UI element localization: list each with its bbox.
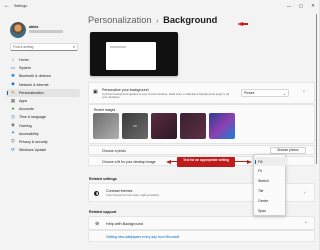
sidebar-item-privacy-security[interactable]: ⛨ Privacy & security: [6, 138, 80, 146]
person-icon: ●: [11, 105, 15, 111]
brush-icon: ✎: [11, 89, 15, 95]
update-icon: ⟳: [11, 146, 15, 152]
fit-option-stretch[interactable]: Stretch: [254, 177, 287, 186]
sidebar-item-apps[interactable]: ▦ Apps: [6, 97, 80, 105]
sidebar-item-label: Privacy & security: [19, 139, 48, 144]
apps-icon: ▦: [10, 97, 16, 103]
sidebar-item-label: Apps: [19, 99, 28, 104]
desktop-preview: [90, 32, 178, 76]
bluetooth-icon: ✱: [11, 73, 15, 79]
breadcrumb-separator: ›: [156, 18, 159, 25]
sidebar-nav: ⌂ Home ▭ System ✱ Bluetooth & devices ◆ Network…: [6, 56, 80, 154]
sidebar-item-label: Bluetooth & devices: [19, 74, 51, 79]
help-background-row[interactable]: ⊕ Help with Background ⌃: [88, 216, 315, 230]
search-input[interactable]: Find a setting ⌕: [10, 43, 78, 51]
preview-window: [106, 42, 156, 70]
wallpaper-link[interactable]: Getting new wallpapers every day from Mi…: [106, 235, 179, 239]
sidebar-item-network-internet[interactable]: ◆ Network & internet: [6, 81, 80, 89]
accessibility-icon: ✦: [11, 130, 15, 136]
avatar: [10, 22, 26, 38]
sidebar-item-gaming[interactable]: ◉ Gaming: [6, 122, 80, 130]
recent-images-label: Recent images: [94, 108, 116, 112]
choose-fit-label: Choose a fit for your desktop image: [102, 160, 156, 164]
sidebar-item-label: Windows Update: [19, 148, 47, 153]
sidebar-item-label: Time & language: [19, 115, 47, 120]
settings-window: ← Settings — ▢ ✕ abbis Find a setting ⌕ …: [0, 0, 319, 250]
recent-image-2[interactable]: HD: [122, 113, 148, 139]
sidebar-item-label: Home: [19, 58, 29, 63]
sidebar-item-system[interactable]: ▭ System: [6, 64, 80, 72]
fit-option-fill[interactable]: Fill: [254, 157, 287, 166]
scrollbar[interactable]: [315, 14, 317, 234]
recent-image-4[interactable]: [180, 113, 206, 139]
globe-clock-icon: ◷: [10, 114, 15, 120]
fit-option-span[interactable]: Span: [254, 206, 287, 215]
globe-icon: ⊕: [95, 220, 100, 227]
wallpaper-link-row: Getting new wallpapers every day from Mi…: [88, 230, 315, 242]
sidebar: abbis Find a setting ⌕ ⌂ Home ▭ System ✱ Blue…: [0, 12, 82, 250]
page-title: Background: [163, 15, 218, 25]
sidebar-item-label: Accounts: [19, 107, 34, 112]
gamepad-icon: ◉: [10, 122, 15, 128]
monitor-icon: ▭: [10, 64, 16, 70]
recent-image-3[interactable]: [151, 113, 177, 139]
sidebar-item-time-language[interactable]: ◷ Time & language: [6, 113, 80, 121]
contrast-icon: [94, 191, 99, 196]
help-background-label: Help with Background: [106, 222, 143, 226]
chevron-up-icon: ⌃: [304, 221, 308, 226]
annotation-right-arrow-icon: [247, 159, 252, 164]
sidebar-item-label: Accessibility: [19, 131, 39, 136]
recent-image-5[interactable]: [209, 113, 235, 139]
sidebar-item-bluetooth-devices[interactable]: ✱ Bluetooth & devices: [6, 72, 80, 80]
fit-dropdown-menu[interactable]: Fill Fit Stretch Tile Center Span: [253, 154, 287, 216]
scrollbar-thumb[interactable]: [315, 14, 317, 164]
recent-image-1[interactable]: [93, 113, 119, 139]
breadcrumb: Personalization › Background: [88, 15, 217, 25]
home-icon: ⌂: [11, 56, 15, 62]
profile-name: abbis: [29, 25, 39, 29]
browse-photos-button[interactable]: Browse photos: [270, 146, 306, 154]
shield-icon: ⛨: [11, 138, 15, 144]
wifi-icon: ◆: [11, 81, 15, 87]
sidebar-item-label: Gaming: [19, 123, 32, 128]
sidebar-item-accessibility[interactable]: ✦ Accessibility: [6, 130, 80, 138]
fit-option-center[interactable]: Center: [254, 196, 287, 205]
chevron-up-icon[interactable]: ⌃: [302, 90, 306, 96]
sidebar-item-accounts[interactable]: ● Accounts: [6, 105, 80, 113]
annotation-arrow-icon: [237, 22, 248, 26]
window-title: Settings: [14, 4, 27, 8]
recent-image-caption: HD: [132, 124, 138, 128]
fit-option-fit[interactable]: Fit: [254, 167, 287, 176]
sidebar-item-personalization[interactable]: ✎ Personalization: [6, 88, 80, 97]
related-support-heading: Related support: [89, 210, 117, 214]
sidebar-item-label: Network & internet: [19, 82, 49, 87]
chevron-down-icon: ⌄: [282, 91, 286, 96]
related-settings-heading: Related settings: [89, 177, 117, 181]
chevron-right-icon: ›: [304, 190, 306, 195]
profile-email-redacted: [29, 30, 63, 33]
image-icon: ▣: [93, 89, 98, 95]
personalize-subtitle: A picture background applies to your cur…: [102, 92, 230, 100]
background-type-dropdown[interactable]: Picture ⌄: [241, 89, 289, 97]
user-profile[interactable]: abbis: [10, 22, 80, 44]
search-icon: ⌕: [72, 45, 75, 49]
background-type-value: Picture: [244, 91, 255, 95]
annotation-callout: Text for an appropriate setting: [177, 157, 235, 167]
personalize-background-card: ▣ Personalize your background A picture …: [88, 82, 315, 104]
contrast-themes-subtitle: Color themes for low vision, light sensi…: [106, 193, 160, 197]
sidebar-item-home[interactable]: ⌂ Home: [6, 56, 80, 64]
sidebar-item-label: System: [19, 66, 31, 71]
fit-option-tile[interactable]: Tile: [254, 186, 287, 195]
back-arrow-icon[interactable]: ←: [2, 3, 12, 9]
sidebar-item-windows-update[interactable]: ⟳ Windows Update: [6, 146, 80, 154]
search-placeholder: Find a setting: [13, 45, 34, 49]
breadcrumb-parent[interactable]: Personalization: [88, 15, 152, 25]
sidebar-item-label: Personalization: [19, 90, 44, 95]
choose-photo-label: Choose a photo: [102, 149, 126, 153]
